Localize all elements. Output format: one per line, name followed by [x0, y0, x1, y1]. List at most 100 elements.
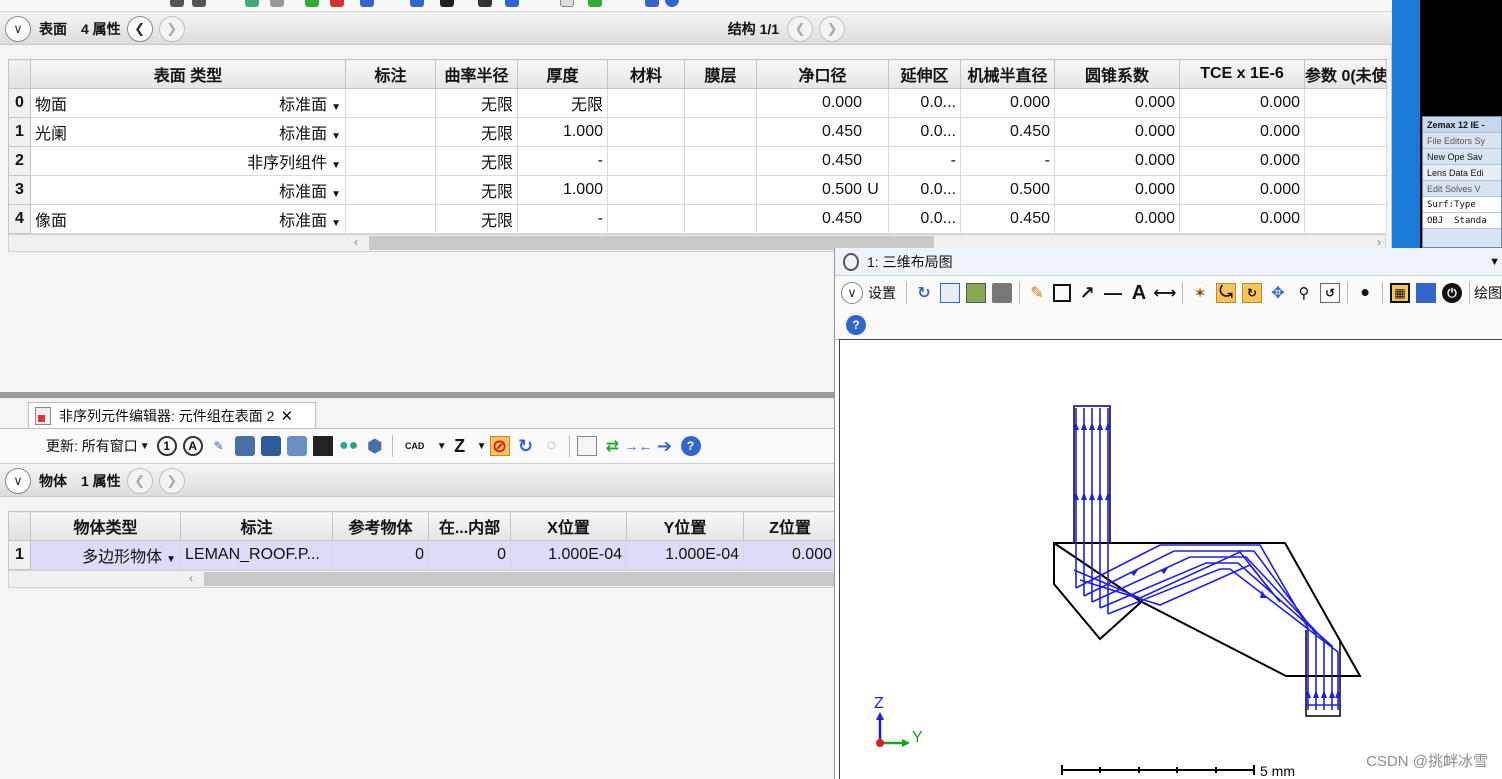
scroll-left-icon[interactable]: ‹: [354, 235, 358, 249]
help-icon[interactable]: ?: [680, 436, 701, 456]
col-thickness[interactable]: 厚度: [517, 59, 608, 89]
tce-cell[interactable]: 0.000: [1179, 146, 1305, 176]
prev-object-button[interactable]: ❮: [126, 467, 153, 494]
comment-cell[interactable]: [345, 175, 436, 205]
surface-type-cell[interactable]: 像面 标准面 ▼: [30, 204, 346, 234]
dropdown-arrow-icon[interactable]: ▼: [437, 441, 447, 452]
toolbar-icon[interactable]: [360, 0, 374, 7]
col-y-position[interactable]: Y位置: [626, 511, 744, 541]
comment-cell[interactable]: [345, 88, 436, 118]
par0-cell[interactable]: [1304, 204, 1387, 234]
thickness-cell[interactable]: -: [517, 146, 608, 176]
coating-cell[interactable]: [684, 146, 757, 176]
scroll-left-icon[interactable]: ‹: [189, 571, 193, 585]
dropdown-arrow-icon[interactable]: ▼: [477, 441, 487, 452]
hexagon-icon[interactable]: ⬢: [365, 436, 385, 456]
edit-object-icon[interactable]: ✎: [209, 436, 229, 456]
refresh-icon[interactable]: 1: [156, 436, 177, 456]
coating-cell[interactable]: [684, 175, 757, 205]
table-row[interactable]: 3 标准面 ▼ 无限 1.000 0.500 U 0.0... 0.500 0.00…: [8, 175, 1387, 205]
stop-icon[interactable]: ⊘: [489, 436, 510, 456]
radius-cell[interactable]: 无限: [435, 117, 518, 147]
mech-semi-cell[interactable]: 0.450: [960, 204, 1055, 234]
toolbar-icon[interactable]: [305, 0, 319, 7]
zoom-icon[interactable]: ⚲: [1294, 283, 1314, 303]
type-dropdown[interactable]: 非序列组件 ▼: [247, 149, 341, 173]
type-dropdown[interactable]: 标准面 ▼: [279, 91, 341, 115]
document-icon[interactable]: [576, 436, 597, 456]
par0-cell[interactable]: [1304, 117, 1387, 147]
close-icon[interactable]: ✕: [280, 407, 293, 425]
toolbar-icon[interactable]: [505, 0, 519, 7]
type-dropdown[interactable]: 标准面 ▼: [279, 178, 341, 202]
conic-cell[interactable]: 0.000: [1054, 175, 1180, 205]
frame-icon[interactable]: ▦: [1390, 283, 1410, 303]
clear-semi-cell[interactable]: 0.450: [756, 204, 889, 234]
save-icon[interactable]: [966, 283, 986, 303]
z-icon[interactable]: Z: [450, 436, 470, 456]
text-icon[interactable]: A: [1129, 282, 1149, 304]
col-radius[interactable]: 曲率半径: [435, 59, 518, 89]
toolbar-icon[interactable]: [192, 0, 206, 7]
col-z-position[interactable]: Z位置: [743, 511, 837, 541]
col-mech-semi-dia[interactable]: 机械半直径: [960, 59, 1055, 89]
clear-semi-cell[interactable]: 0.500 U: [756, 175, 889, 205]
col-x-position[interactable]: X位置: [510, 511, 627, 541]
row-number[interactable]: 2: [8, 146, 31, 176]
next-surface-button[interactable]: ❯: [158, 15, 185, 42]
surface-type-cell[interactable]: 物面 标准面 ▼: [30, 88, 346, 118]
comment-cell[interactable]: [345, 204, 436, 234]
radius-cell[interactable]: 无限: [435, 146, 518, 176]
row-number[interactable]: 4: [8, 204, 31, 234]
material-cell[interactable]: [607, 88, 685, 118]
help-icon[interactable]: ?: [846, 314, 866, 335]
conic-cell[interactable]: 0.000: [1054, 204, 1180, 234]
col-coating[interactable]: 膜层: [684, 59, 757, 89]
prev-surface-button[interactable]: ❮: [126, 15, 153, 42]
toolbar-icon[interactable]: [588, 0, 602, 7]
toolbar-icon[interactable]: [665, 0, 679, 7]
row-number[interactable]: 1: [8, 117, 31, 147]
col-comment[interactable]: 标注: [180, 511, 333, 541]
conic-cell[interactable]: 0.000: [1054, 146, 1180, 176]
layout-titlebar[interactable]: 1: 三维布局图 ▼: [835, 248, 1502, 276]
dimension-icon[interactable]: ⟷: [1154, 283, 1177, 303]
reset-view-icon[interactable]: ↺: [1320, 283, 1340, 303]
tce-cell[interactable]: 0.000: [1179, 88, 1305, 118]
grid-icon[interactable]: [312, 436, 333, 456]
toolbar-icon[interactable]: [170, 0, 184, 7]
rotate-icon[interactable]: ↻: [516, 436, 536, 456]
window-icon[interactable]: [1416, 283, 1436, 303]
print-icon[interactable]: [992, 283, 1012, 303]
surface-type-cell[interactable]: 光阑 标准面 ▼: [30, 117, 346, 147]
tce-cell[interactable]: 0.000: [1179, 117, 1305, 147]
expand-chevron-icon[interactable]: ∨: [5, 15, 31, 42]
tce-cell[interactable]: 0.000: [1179, 204, 1305, 234]
surface-type-cell[interactable]: 标准面 ▼: [30, 175, 346, 205]
expand-chevron-icon[interactable]: ∨: [5, 467, 31, 494]
scroll-right-icon[interactable]: ›: [1377, 235, 1381, 249]
thickness-cell[interactable]: 1.000: [517, 117, 608, 147]
object-icon[interactable]: [234, 436, 255, 456]
type-dropdown[interactable]: 标准面 ▼: [279, 120, 341, 144]
toolbar-icon[interactable]: [560, 0, 574, 7]
radius-cell[interactable]: 无限: [435, 88, 518, 118]
type-dropdown[interactable]: 标准面 ▼: [279, 207, 341, 231]
thickness-cell[interactable]: 1.000: [517, 175, 608, 205]
chip-zone-cell[interactable]: -: [888, 146, 961, 176]
lde-toolbar-strip[interactable]: [0, 0, 1392, 12]
sync-icon[interactable]: ⇄: [603, 436, 623, 456]
chip-zone-cell[interactable]: 0.0...: [888, 204, 961, 234]
x-position-cell[interactable]: 1.000E-04: [510, 540, 627, 570]
nsc-horizontal-scrollbar[interactable]: ‹: [8, 570, 837, 588]
coating-cell[interactable]: [684, 88, 757, 118]
material-cell[interactable]: [607, 146, 685, 176]
surface-type-cell[interactable]: 非序列组件 ▼: [30, 146, 346, 176]
tce-cell[interactable]: 0.000: [1179, 175, 1305, 205]
toolbar-icon[interactable]: [478, 0, 492, 7]
solid-icon[interactable]: [260, 436, 281, 456]
col-par0[interactable]: 参数 0(未使: [1304, 59, 1387, 89]
collapse-icon[interactable]: →←: [625, 436, 653, 456]
toolbar-icon[interactable]: [410, 0, 424, 7]
par0-cell[interactable]: [1304, 88, 1387, 118]
